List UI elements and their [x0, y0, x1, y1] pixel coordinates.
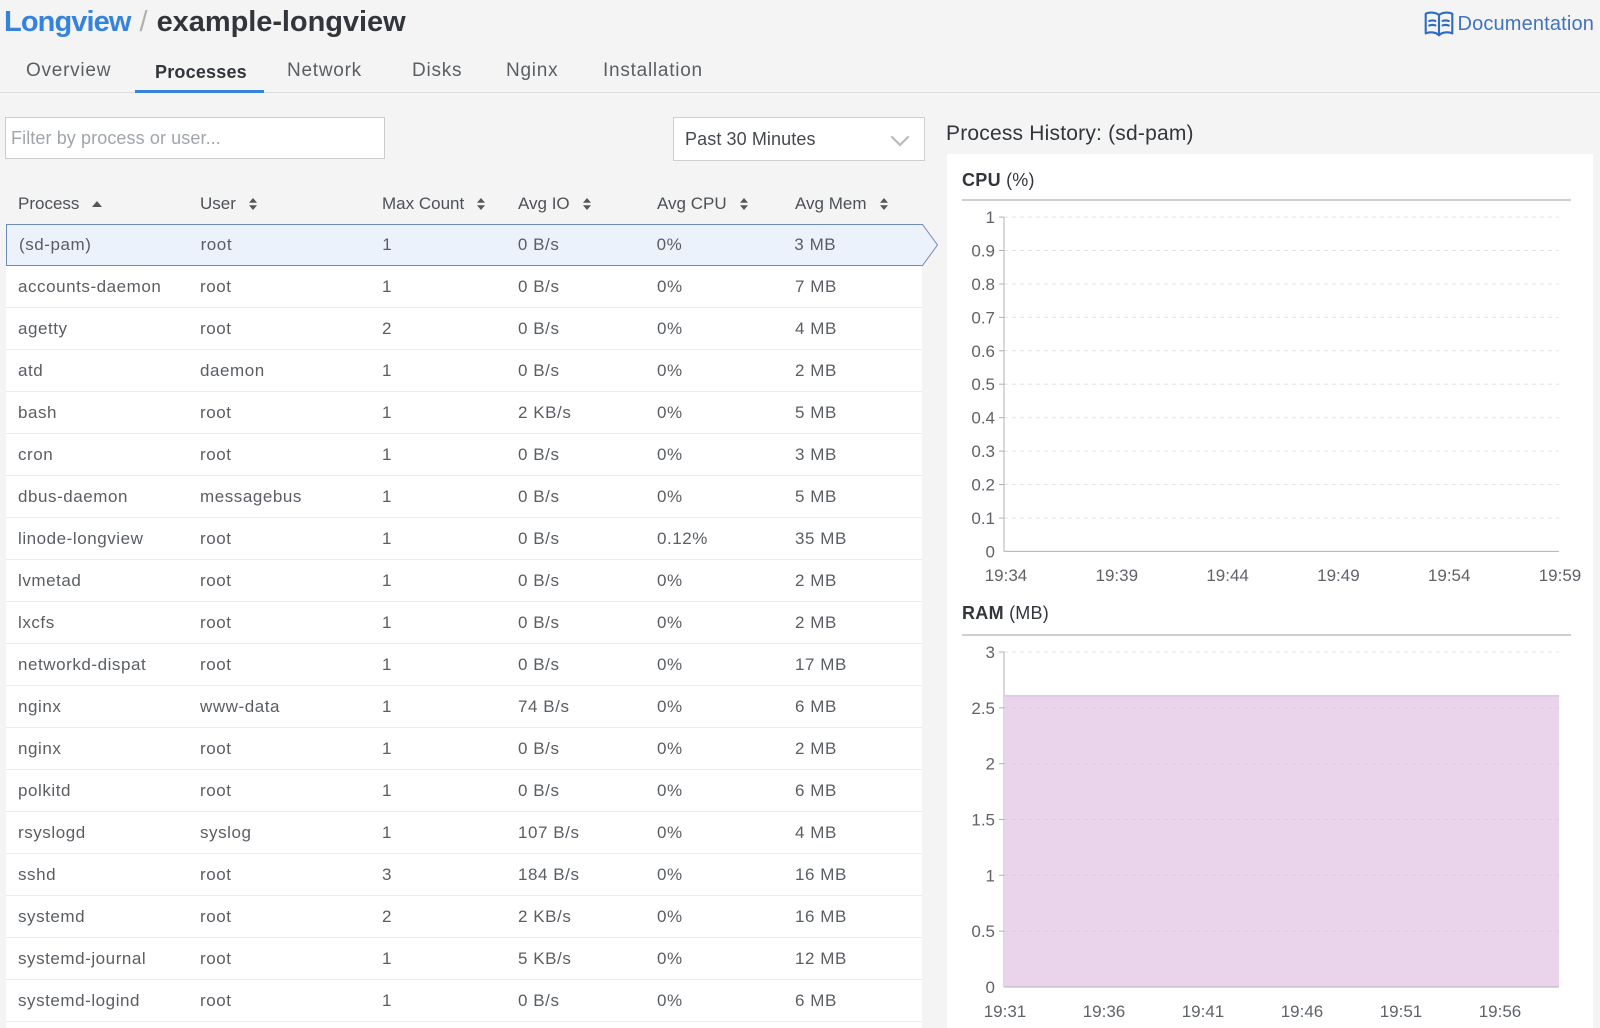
svg-text:0: 0	[986, 978, 995, 997]
svg-text:19:54: 19:54	[1428, 566, 1471, 585]
svg-text:1: 1	[986, 866, 995, 885]
svg-text:1.5: 1.5	[971, 811, 995, 830]
svg-text:19:39: 19:39	[1096, 566, 1139, 585]
svg-text:19:59: 19:59	[1539, 566, 1582, 585]
svg-text:19:56: 19:56	[1479, 1002, 1522, 1021]
svg-text:0.8: 0.8	[971, 275, 995, 294]
svg-text:3: 3	[986, 643, 995, 662]
svg-text:0: 0	[986, 542, 995, 561]
svg-text:19:31: 19:31	[984, 1002, 1027, 1021]
svg-text:2: 2	[986, 755, 995, 774]
svg-text:0.5: 0.5	[971, 922, 995, 941]
svg-text:19:49: 19:49	[1317, 566, 1360, 585]
svg-text:0.7: 0.7	[971, 308, 995, 327]
svg-text:19:51: 19:51	[1380, 1002, 1423, 1021]
svg-text:0.6: 0.6	[971, 342, 995, 361]
svg-text:19:44: 19:44	[1206, 566, 1249, 585]
svg-text:1: 1	[986, 208, 995, 227]
svg-text:0.9: 0.9	[971, 242, 995, 261]
svg-text:0.2: 0.2	[971, 476, 995, 495]
svg-text:19:34: 19:34	[985, 566, 1028, 585]
svg-text:0.1: 0.1	[971, 509, 995, 528]
svg-text:19:36: 19:36	[1083, 1002, 1126, 1021]
svg-text:19:46: 19:46	[1281, 1002, 1324, 1021]
svg-text:2.5: 2.5	[971, 699, 995, 718]
svg-text:0.4: 0.4	[971, 409, 995, 428]
svg-text:0.5: 0.5	[971, 375, 995, 394]
svg-text:0.3: 0.3	[971, 442, 995, 461]
svg-text:19:41: 19:41	[1182, 1002, 1225, 1021]
